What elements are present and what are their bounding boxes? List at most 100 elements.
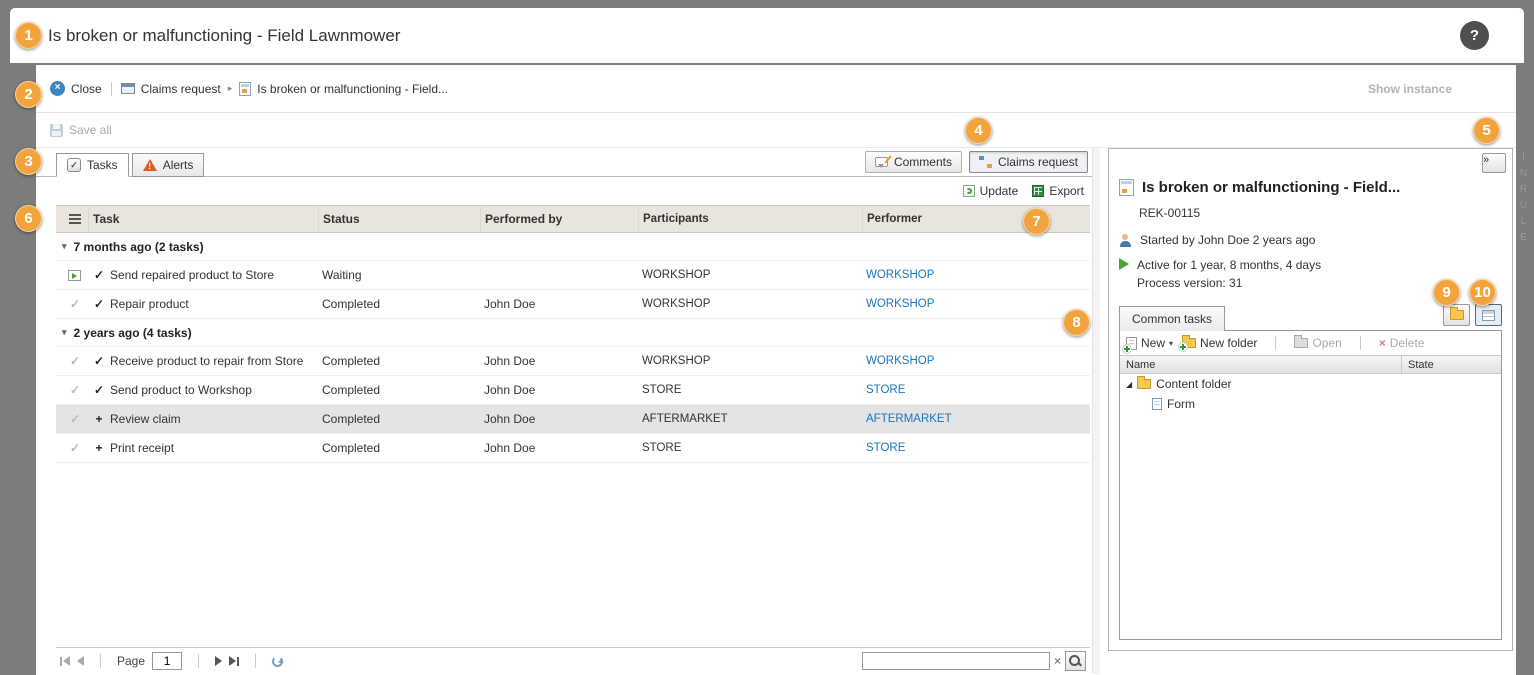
table-row[interactable]: ✓ ✓Receive product to repair from Store … — [56, 347, 1090, 376]
new-folder-button[interactable]: New folder — [1182, 336, 1257, 350]
open-folder-icon — [1294, 338, 1308, 348]
performer-link[interactable]: AFTERMARKET — [866, 413, 952, 425]
group-row[interactable]: ▾ 2 years ago (4 tasks) — [56, 319, 1090, 347]
folder-view-button[interactable] — [1443, 304, 1470, 326]
group-row[interactable]: ▾ 7 months ago (2 tasks) — [56, 233, 1090, 261]
tasks-icon: ✓ — [67, 158, 81, 172]
task-performed-by: John Doe — [480, 297, 638, 311]
group-label: 2 years ago (4 tasks) — [74, 326, 192, 340]
folder-icon — [1450, 310, 1464, 320]
task-state-icon: + — [92, 412, 106, 426]
callout-6: 6 — [15, 205, 42, 232]
tab-alerts[interactable]: ! Alerts — [132, 153, 205, 177]
task-status: Completed — [318, 383, 480, 397]
table-row[interactable]: ✓Send repaired product to Store Waiting … — [56, 261, 1090, 290]
callout-10: 10 — [1469, 279, 1496, 306]
page-input[interactable] — [152, 652, 182, 670]
collapse-group-icon: ▾ — [62, 327, 67, 338]
delete-button[interactable]: × Delete — [1379, 336, 1425, 350]
task-type-column-icon — [69, 214, 81, 224]
help-button[interactable]: ? — [1460, 21, 1489, 50]
help-icon: ? — [1470, 27, 1479, 44]
first-page-button[interactable] — [60, 656, 70, 666]
comments-button[interactable]: Comments — [865, 151, 962, 173]
show-instance-button[interactable]: Show instance — [1368, 82, 1452, 96]
column-state[interactable]: State — [1401, 356, 1501, 373]
active-duration-text: Active for 1 year, 8 months, 4 days — [1137, 258, 1321, 272]
close-icon: × — [50, 81, 65, 96]
table-row-selected[interactable]: ✓ +Review claim Completed John Doe AFTER… — [56, 405, 1090, 434]
clear-filter-icon[interactable]: × — [1054, 654, 1061, 668]
callout-5: 5 — [1473, 117, 1500, 144]
main-window: × Close Claims request ▸ Is broken or ma… — [36, 65, 1516, 675]
completed-check-icon: ✓ — [70, 354, 80, 368]
filter-input[interactable] — [862, 652, 1050, 670]
last-page-button[interactable] — [229, 656, 239, 666]
side-tab[interactable]: INRULE — [1518, 152, 1529, 248]
claims-request-button[interactable]: Claims request — [969, 151, 1088, 173]
table-row[interactable]: ✓ ✓Send product to Workshop Completed Jo… — [56, 376, 1090, 405]
list-view-button[interactable] — [1475, 304, 1502, 326]
table-row[interactable]: ✓ ✓Repair product Completed John Doe WOR… — [56, 290, 1090, 319]
tree-item-form[interactable]: Form — [1120, 394, 1501, 414]
performer-link[interactable]: WORKSHOP — [866, 269, 934, 281]
started-by-text: Started by John Doe 2 years ago — [1140, 233, 1315, 247]
callout-8: 8 — [1063, 309, 1090, 336]
case-icon — [1119, 179, 1134, 196]
scheduled-task-icon — [68, 270, 81, 281]
refresh-button[interactable] — [272, 656, 283, 667]
performer-link[interactable]: WORKSHOP — [866, 355, 934, 367]
performer-link[interactable]: STORE — [866, 384, 905, 396]
process-version-text: Process version: 31 — [1137, 276, 1321, 290]
callout-3: 3 — [15, 148, 42, 175]
next-page-button[interactable] — [215, 656, 222, 666]
process-flow-icon — [979, 156, 992, 168]
tab-tasks[interactable]: ✓ Tasks — [56, 153, 129, 177]
tab-action-buttons: Comments Claims request — [865, 151, 1088, 176]
update-icon — [963, 185, 975, 197]
breadcrumb-process[interactable]: Claims request — [121, 82, 221, 96]
tree-item-label: Content folder — [1156, 377, 1231, 391]
export-button[interactable]: Export — [1032, 184, 1084, 198]
performer-link[interactable]: STORE — [866, 442, 905, 454]
tree-item-content-folder[interactable]: ◢ Content folder — [1120, 374, 1501, 394]
active-status-icon — [1119, 258, 1129, 270]
case-id: REK-00115 — [1139, 206, 1502, 220]
expanded-node-icon[interactable]: ◢ — [1126, 380, 1132, 389]
new-label: New — [1141, 336, 1165, 350]
task-name: Send repaired product to Store — [110, 268, 274, 282]
new-button[interactable]: New ▾ — [1126, 336, 1173, 350]
collapse-panel-button[interactable]: » — [1482, 153, 1506, 173]
close-button[interactable]: × Close — [50, 81, 102, 96]
folder-icon — [1137, 379, 1151, 389]
vertical-scrollbar[interactable] — [1092, 148, 1100, 674]
open-button[interactable]: Open — [1294, 336, 1341, 350]
performer-link[interactable]: WORKSHOP — [866, 298, 934, 310]
task-status: Completed — [318, 297, 480, 311]
breadcrumb-current-item[interactable]: Is broken or malfunctioning - Field... — [239, 82, 448, 96]
window-title-bar: Is broken or malfunctioning - Field Lawn… — [10, 8, 1524, 63]
alert-icon: ! — [143, 159, 157, 171]
column-participants[interactable]: Participants — [638, 206, 862, 232]
column-performer[interactable]: Performer — [862, 206, 1086, 232]
instance-panel: » Is broken or malfunctioning - Field...… — [1108, 148, 1513, 651]
save-toolbar: Save all — [36, 113, 1516, 148]
search-icon — [1069, 655, 1082, 668]
column-performed-by[interactable]: Performed by — [480, 206, 638, 232]
instance-panel-header: » — [1109, 149, 1512, 175]
callout-4: 4 — [965, 117, 992, 144]
task-performed-by: John Doe — [480, 354, 638, 368]
export-icon — [1032, 185, 1044, 197]
table-row[interactable]: ✓ +Print receipt Completed John Doe STOR… — [56, 434, 1090, 463]
delete-label: Delete — [1390, 336, 1425, 350]
save-all-button[interactable]: Save all — [50, 123, 112, 137]
tab-common-tasks[interactable]: Common tasks — [1119, 306, 1225, 331]
prev-page-button[interactable] — [77, 656, 84, 666]
save-all-label: Save all — [69, 123, 112, 137]
column-task[interactable]: Task — [88, 206, 318, 232]
column-status[interactable]: Status — [318, 206, 480, 232]
update-button[interactable]: Update — [963, 184, 1019, 198]
task-participants: WORKSHOP — [638, 355, 862, 367]
column-name[interactable]: Name — [1120, 356, 1401, 373]
search-button[interactable] — [1065, 651, 1086, 671]
